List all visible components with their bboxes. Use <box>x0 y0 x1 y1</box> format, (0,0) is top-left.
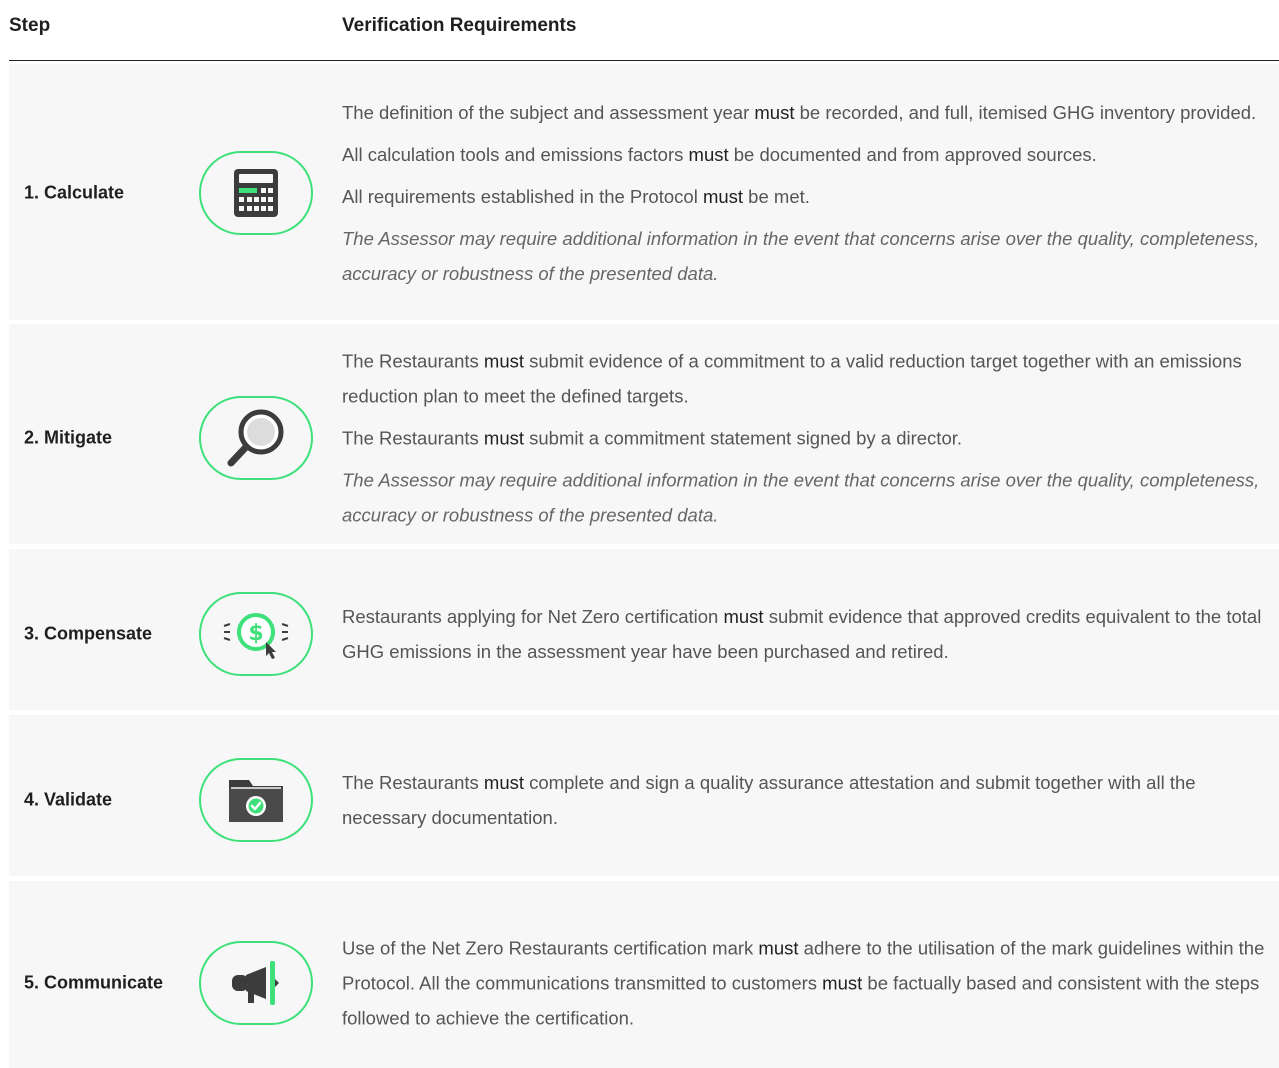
requirements-cell: The definition of the subject and assess… <box>342 95 1277 291</box>
svg-text:$: $ <box>248 621 263 646</box>
table-header: Step Verification Requirements <box>9 0 1279 61</box>
assessor-note: The Assessor may require additional info… <box>342 228 1260 284</box>
table-row: 1. Calculate The definition of the subje… <box>9 64 1279 320</box>
table-row: 2. Mitigate The Restaurants must submit … <box>9 324 1279 544</box>
requirement-text: The definition of the subject and assess… <box>342 102 1257 123</box>
requirements-cell: Use of the Net Zero Restaurants certific… <box>342 931 1277 1036</box>
requirements-cell: The Restaurants must complete and sign a… <box>342 765 1277 835</box>
requirement-text: The Restaurants must submit evidence of … <box>342 350 1242 407</box>
step-label: 5. Communicate <box>24 972 164 993</box>
requirement-text: The Restaurants must complete and sign a… <box>342 772 1196 828</box>
header-step: Step <box>9 15 51 36</box>
step-label: 2. Mitigate <box>24 427 113 448</box>
dollar-click-icon: $ <box>199 592 313 676</box>
step-label: 4. Validate <box>24 789 113 810</box>
step-label: 3. Compensate <box>24 623 153 644</box>
requirements-cell: Restaurants applying for Net Zero certif… <box>342 599 1277 669</box>
calculator-icon <box>199 151 313 235</box>
requirements-cell: The Restaurants must submit evidence of … <box>342 344 1277 533</box>
requirement-text: All requirements established in the Prot… <box>342 186 810 207</box>
folder-check-icon <box>199 758 313 842</box>
megaphone-icon <box>199 941 313 1025</box>
table-row: 5. Communicate Use of the Net Zero Resta… <box>9 881 1279 1068</box>
table-row: 4. Validate The Restaurants must complet… <box>9 715 1279 876</box>
header-requirements: Verification Requirements <box>342 15 577 36</box>
step-label: 1. Calculate <box>24 182 125 203</box>
requirement-text: Use of the Net Zero Restaurants certific… <box>342 937 1265 1029</box>
requirement-text: Restaurants applying for Net Zero certif… <box>342 606 1262 662</box>
magnifier-icon <box>199 396 313 480</box>
table-row: 3. Compensate $ Restaurants applying for… <box>9 549 1279 710</box>
requirement-text: The Restaurants must submit a commitment… <box>342 427 963 449</box>
assessor-note: The Assessor may require additional info… <box>342 469 1260 526</box>
requirement-text: All calculation tools and emissions fact… <box>342 144 1097 165</box>
